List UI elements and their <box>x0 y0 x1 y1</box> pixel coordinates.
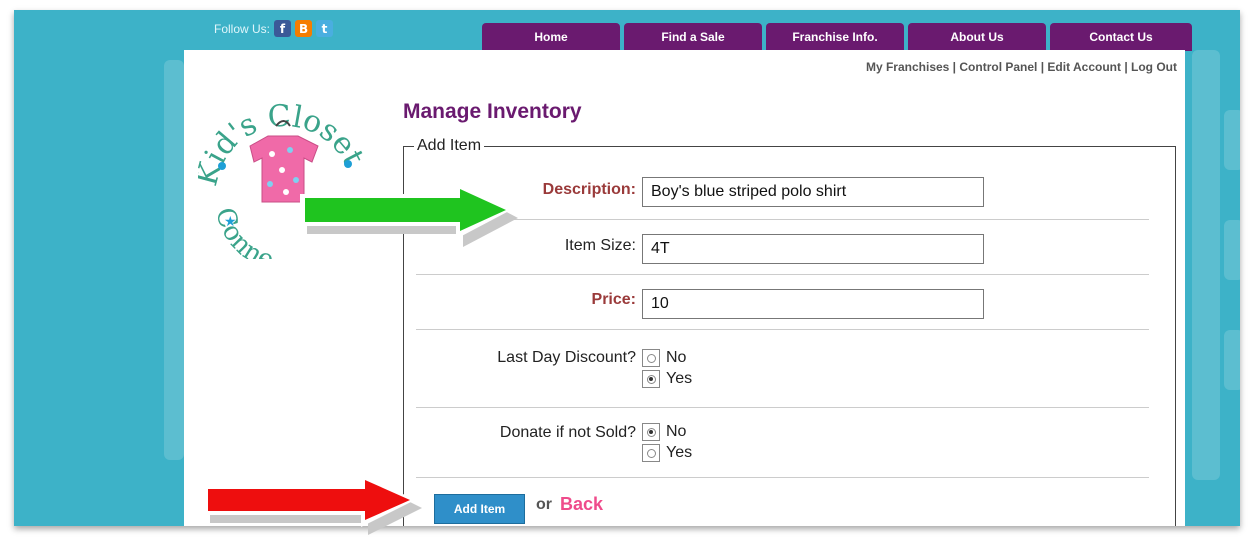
background-decoration <box>1192 50 1220 480</box>
donate-if-not-sold-label: Donate if not Sold? <box>499 424 636 441</box>
background-decoration <box>1224 220 1240 280</box>
background-decoration <box>164 60 184 460</box>
last-day-discount-no-option[interactable]: No <box>642 347 686 369</box>
form-row-price: Price: <box>416 274 1149 330</box>
radio-button[interactable] <box>642 349 660 367</box>
last-day-discount-label: Last Day Discount? <box>497 349 636 366</box>
option-label: No <box>666 349 687 366</box>
option-label: No <box>666 423 687 440</box>
svg-text:Conne: Conne <box>209 204 277 259</box>
donate-yes-option[interactable]: Yes <box>642 442 692 464</box>
fieldset-legend: Add Item <box>414 137 485 155</box>
radio-button-selected[interactable] <box>642 370 660 388</box>
logo-bottom-text: Conne <box>209 204 277 259</box>
nav-home[interactable]: Home <box>482 23 620 51</box>
svg-text:★: ★ <box>346 211 359 227</box>
nav-find-a-sale[interactable]: Find a Sale <box>624 23 762 51</box>
edit-account-link[interactable]: Edit Account <box>1047 60 1121 74</box>
follow-us-label: Follow Us: <box>214 21 271 36</box>
account-links: My Franchises | Control Panel | Edit Acc… <box>865 60 1177 74</box>
add-item-button[interactable]: Add Item <box>434 494 525 524</box>
last-day-discount-yes-option[interactable]: Yes <box>642 368 692 390</box>
my-franchises-link[interactable]: My Franchises <box>866 60 949 74</box>
form-row-donate: Donate if not Sold? No Yes <box>416 407 1149 478</box>
radio-button[interactable] <box>642 444 660 462</box>
description-input[interactable] <box>642 177 984 207</box>
nav-franchise-info[interactable]: Franchise Info. <box>766 23 904 51</box>
price-input[interactable] <box>642 289 984 319</box>
nav-contact-us[interactable]: Contact Us <box>1050 23 1192 51</box>
facebook-icon[interactable]: f <box>274 20 292 37</box>
screenshot-frame: Follow Us: f B t Home Find a Sale Franch… <box>14 10 1240 526</box>
page-title: Manage Inventory <box>403 100 582 123</box>
price-label: Price: <box>591 291 636 308</box>
background-decoration <box>1224 110 1240 170</box>
nav-about-us[interactable]: About Us <box>908 23 1046 51</box>
kids-closet-logo[interactable]: Kid's Closet Conne ★ ★ <box>198 84 368 259</box>
item-size-label: Item Size: <box>564 237 636 254</box>
description-label: Description: <box>542 181 636 198</box>
form-row-description: Description: <box>416 163 1149 220</box>
form-row-last-day-discount: Last Day Discount? No Yes <box>416 329 1149 408</box>
svg-text:★: ★ <box>224 213 237 229</box>
blogger-icon[interactable]: B <box>295 20 313 37</box>
main-nav: Home Find a Sale Franchise Info. About U… <box>482 23 1192 51</box>
donate-no-option[interactable]: No <box>642 421 686 443</box>
follow-us: Follow Us: f B t <box>214 20 334 37</box>
back-link[interactable]: Back <box>560 494 603 515</box>
form-row-item-size: Item Size: <box>416 219 1149 275</box>
log-out-link[interactable]: Log Out <box>1131 60 1177 74</box>
item-size-input[interactable] <box>642 234 984 264</box>
radio-button-selected[interactable] <box>642 423 660 441</box>
content-panel: My Franchises | Control Panel | Edit Acc… <box>184 50 1185 526</box>
option-label: Yes <box>666 444 693 461</box>
or-text: or <box>536 496 552 513</box>
add-item-fieldset: Add Item Description: Item Size: Price: … <box>403 137 1176 526</box>
option-label: Yes <box>666 370 693 387</box>
control-panel-link[interactable]: Control Panel <box>959 60 1037 74</box>
twitter-icon[interactable]: t <box>316 20 334 37</box>
background-decoration <box>1224 330 1240 390</box>
